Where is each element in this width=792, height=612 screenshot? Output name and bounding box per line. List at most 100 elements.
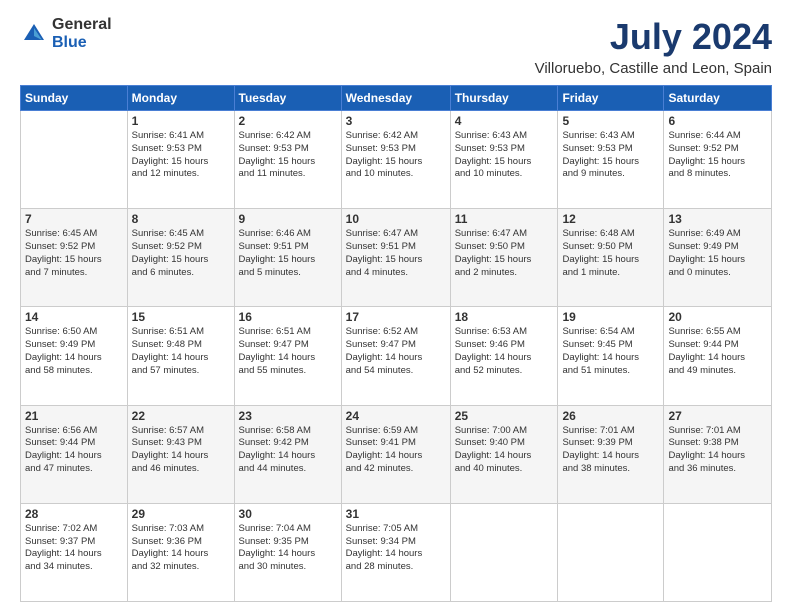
cell-date: 21 — [25, 409, 123, 423]
title-block: July 2024 Villoruebo, Castille and Leon,… — [535, 16, 772, 77]
calendar-cell: 17 Sunrise: 6:52 AM Sunset: 9:47 PM Dayli… — [341, 307, 450, 405]
calendar-cell: 29 Sunrise: 7:03 AM Sunset: 9:36 PM Dayli… — [127, 503, 234, 601]
cell-date: 29 — [132, 507, 230, 521]
cell-date: 12 — [562, 212, 659, 226]
calendar-cell: 8 Sunrise: 6:45 AM Sunset: 9:52 PM Daylig… — [127, 209, 234, 307]
cell-date: 25 — [455, 409, 554, 423]
cell-info: Sunrise: 6:55 AM Sunset: 9:44 PM Dayligh… — [668, 326, 767, 377]
calendar-cell: 28Sunrise: 7:02 AM Sunset: 9:37 PM Dayli… — [21, 503, 128, 601]
cell-date: 22 — [132, 409, 230, 423]
logo-text: General Blue — [52, 16, 112, 51]
calendar-cell: 6 Sunrise: 6:44 AM Sunset: 9:52 PM Daylig… — [664, 111, 772, 209]
cell-info: Sunrise: 6:48 AM Sunset: 9:50 PM Dayligh… — [562, 228, 659, 279]
cell-info: Sunrise: 6:45 AM Sunset: 9:52 PM Dayligh… — [25, 228, 123, 279]
calendar-cell — [21, 111, 128, 209]
cell-info: Sunrise: 6:42 AM Sunset: 9:53 PM Dayligh… — [346, 130, 446, 181]
cell-date: 2 — [239, 114, 337, 128]
cell-info: Sunrise: 7:03 AM Sunset: 9:36 PM Dayligh… — [132, 523, 230, 574]
cell-date: 8 — [132, 212, 230, 226]
cell-info: Sunrise: 6:51 AM Sunset: 9:48 PM Dayligh… — [132, 326, 230, 377]
logo-icon — [20, 20, 48, 48]
calendar-cell: 5 Sunrise: 6:43 AM Sunset: 9:53 PM Daylig… — [558, 111, 664, 209]
calendar-cell: 12 Sunrise: 6:48 AM Sunset: 9:50 PM Dayli… — [558, 209, 664, 307]
calendar-header-sunday: Sunday — [21, 86, 128, 111]
calendar-header-wednesday: Wednesday — [341, 86, 450, 111]
calendar-cell: 4 Sunrise: 6:43 AM Sunset: 9:53 PM Daylig… — [450, 111, 558, 209]
cell-info: Sunrise: 6:49 AM Sunset: 9:49 PM Dayligh… — [668, 228, 767, 279]
cell-date: 10 — [346, 212, 446, 226]
calendar-cell: 18 Sunrise: 6:53 AM Sunset: 9:46 PM Dayli… — [450, 307, 558, 405]
calendar-cell: 1 Sunrise: 6:41 AM Sunset: 9:53 PM Daylig… — [127, 111, 234, 209]
logo-general: General — [52, 16, 112, 34]
cell-date: 1 — [132, 114, 230, 128]
cell-info: Sunrise: 6:51 AM Sunset: 9:47 PM Dayligh… — [239, 326, 337, 377]
cell-info: Sunrise: 7:05 AM Sunset: 9:34 PM Dayligh… — [346, 523, 446, 574]
calendar-cell: 2 Sunrise: 6:42 AM Sunset: 9:53 PM Daylig… — [234, 111, 341, 209]
cell-info: Sunrise: 6:56 AM Sunset: 9:44 PM Dayligh… — [25, 425, 123, 476]
logo-blue: Blue — [52, 34, 112, 52]
calendar-cell: 21 Sunrise: 6:56 AM Sunset: 9:44 PM Dayli… — [21, 405, 128, 503]
cell-info: Sunrise: 6:52 AM Sunset: 9:47 PM Dayligh… — [346, 326, 446, 377]
calendar-cell: 30 Sunrise: 7:04 AM Sunset: 9:35 PM Dayli… — [234, 503, 341, 601]
calendar-week-row: 7Sunrise: 6:45 AM Sunset: 9:52 PM Daylig… — [21, 209, 772, 307]
cell-info: Sunrise: 6:44 AM Sunset: 9:52 PM Dayligh… — [668, 130, 767, 181]
cell-info: Sunrise: 6:43 AM Sunset: 9:53 PM Dayligh… — [562, 130, 659, 181]
cell-date: 4 — [455, 114, 554, 128]
calendar-header-saturday: Saturday — [664, 86, 772, 111]
cell-date: 26 — [562, 409, 659, 423]
cell-info: Sunrise: 6:41 AM Sunset: 9:53 PM Dayligh… — [132, 130, 230, 181]
cell-date: 14 — [25, 310, 123, 324]
cell-date: 20 — [668, 310, 767, 324]
cell-date: 30 — [239, 507, 337, 521]
calendar-week-row: 21 Sunrise: 6:56 AM Sunset: 9:44 PM Dayli… — [21, 405, 772, 503]
cell-date: 13 — [668, 212, 767, 226]
cell-date: 3 — [346, 114, 446, 128]
calendar-week-row: 14Sunrise: 6:50 AM Sunset: 9:49 PM Dayli… — [21, 307, 772, 405]
calendar-week-row: 28Sunrise: 7:02 AM Sunset: 9:37 PM Dayli… — [21, 503, 772, 601]
cell-info: Sunrise: 6:45 AM Sunset: 9:52 PM Dayligh… — [132, 228, 230, 279]
calendar-table: SundayMondayTuesdayWednesdayThursdayFrid… — [20, 85, 772, 602]
main-title: July 2024 — [535, 16, 772, 58]
calendar-cell: 24 Sunrise: 6:59 AM Sunset: 9:41 PM Dayli… — [341, 405, 450, 503]
calendar-cell — [664, 503, 772, 601]
subtitle: Villoruebo, Castille and Leon, Spain — [535, 60, 772, 77]
cell-info: Sunrise: 7:04 AM Sunset: 9:35 PM Dayligh… — [239, 523, 337, 574]
cell-info: Sunrise: 6:47 AM Sunset: 9:50 PM Dayligh… — [455, 228, 554, 279]
cell-info: Sunrise: 6:42 AM Sunset: 9:53 PM Dayligh… — [239, 130, 337, 181]
cell-date: 9 — [239, 212, 337, 226]
cell-info: Sunrise: 6:57 AM Sunset: 9:43 PM Dayligh… — [132, 425, 230, 476]
cell-info: Sunrise: 6:53 AM Sunset: 9:46 PM Dayligh… — [455, 326, 554, 377]
cell-date: 24 — [346, 409, 446, 423]
calendar-cell: 9 Sunrise: 6:46 AM Sunset: 9:51 PM Daylig… — [234, 209, 341, 307]
cell-info: Sunrise: 7:01 AM Sunset: 9:39 PM Dayligh… — [562, 425, 659, 476]
calendar-cell: 11Sunrise: 6:47 AM Sunset: 9:50 PM Dayli… — [450, 209, 558, 307]
cell-date: 5 — [562, 114, 659, 128]
calendar-cell: 20 Sunrise: 6:55 AM Sunset: 9:44 PM Dayli… — [664, 307, 772, 405]
cell-date: 15 — [132, 310, 230, 324]
calendar-cell: 26 Sunrise: 7:01 AM Sunset: 9:39 PM Dayli… — [558, 405, 664, 503]
calendar-cell: 16 Sunrise: 6:51 AM Sunset: 9:47 PM Dayli… — [234, 307, 341, 405]
cell-info: Sunrise: 6:59 AM Sunset: 9:41 PM Dayligh… — [346, 425, 446, 476]
calendar-cell: 25 Sunrise: 7:00 AM Sunset: 9:40 PM Dayli… — [450, 405, 558, 503]
page: General Blue July 2024 Villoruebo, Casti… — [0, 0, 792, 612]
cell-date: 17 — [346, 310, 446, 324]
cell-info: Sunrise: 7:00 AM Sunset: 9:40 PM Dayligh… — [455, 425, 554, 476]
calendar-week-row: 1 Sunrise: 6:41 AM Sunset: 9:53 PM Daylig… — [21, 111, 772, 209]
calendar-cell: 31 Sunrise: 7:05 AM Sunset: 9:34 PM Dayli… — [341, 503, 450, 601]
cell-date: 18 — [455, 310, 554, 324]
cell-date: 31 — [346, 507, 446, 521]
cell-date: 16 — [239, 310, 337, 324]
calendar-header-monday: Monday — [127, 86, 234, 111]
cell-date: 19 — [562, 310, 659, 324]
cell-date: 6 — [668, 114, 767, 128]
cell-info: Sunrise: 6:46 AM Sunset: 9:51 PM Dayligh… — [239, 228, 337, 279]
calendar-cell: 19Sunrise: 6:54 AM Sunset: 9:45 PM Dayli… — [558, 307, 664, 405]
calendar-cell: 13 Sunrise: 6:49 AM Sunset: 9:49 PM Dayli… — [664, 209, 772, 307]
calendar-cell: 15 Sunrise: 6:51 AM Sunset: 9:48 PM Dayli… — [127, 307, 234, 405]
calendar-header-tuesday: Tuesday — [234, 86, 341, 111]
cell-info: Sunrise: 6:43 AM Sunset: 9:53 PM Dayligh… — [455, 130, 554, 181]
header: General Blue July 2024 Villoruebo, Casti… — [20, 16, 772, 77]
calendar-cell — [558, 503, 664, 601]
calendar-cell: 10Sunrise: 6:47 AM Sunset: 9:51 PM Dayli… — [341, 209, 450, 307]
cell-info: Sunrise: 6:58 AM Sunset: 9:42 PM Dayligh… — [239, 425, 337, 476]
